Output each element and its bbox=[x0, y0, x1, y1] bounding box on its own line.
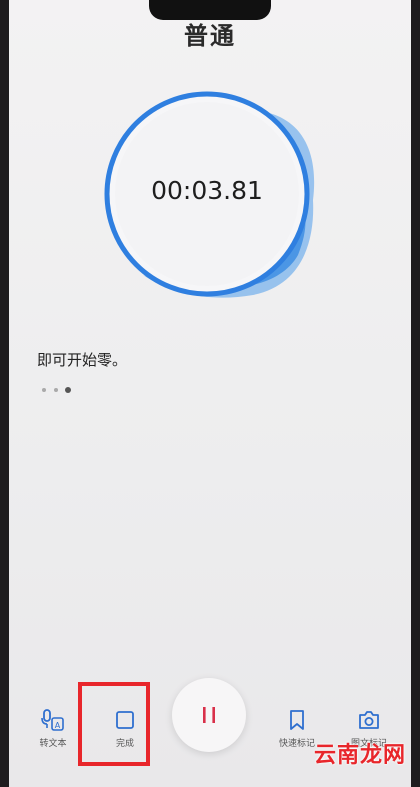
transcribe-label: 转文本 bbox=[39, 739, 67, 749]
page-dot-active bbox=[65, 387, 71, 393]
recording-timer: 00:03.81 bbox=[151, 176, 263, 205]
camera-icon bbox=[359, 711, 379, 729]
phone-bezel-right bbox=[411, 0, 420, 787]
page-dot bbox=[54, 388, 58, 392]
page-title: 普通 bbox=[184, 22, 236, 50]
page-indicator bbox=[42, 386, 82, 396]
phone-bezel-left bbox=[0, 0, 9, 787]
svg-text:A: A bbox=[55, 721, 61, 730]
transcribe-icon: A bbox=[41, 709, 64, 731]
pause-icon bbox=[203, 707, 215, 723]
bookmark-icon bbox=[290, 710, 304, 730]
recorder-screen: 普通 00:03.81 即可开始零。 A 转文本 完成 快速标记 图文标记 bbox=[9, 0, 411, 787]
page-dot bbox=[42, 388, 46, 392]
finish-button-highlight bbox=[78, 682, 150, 766]
transcribe-button[interactable]: A 转文本 bbox=[21, 709, 85, 749]
watermark: 云南龙网 bbox=[313, 743, 406, 768]
pause-button[interactable] bbox=[172, 678, 246, 752]
transcript-text: 即可开始零。 bbox=[37, 351, 128, 369]
